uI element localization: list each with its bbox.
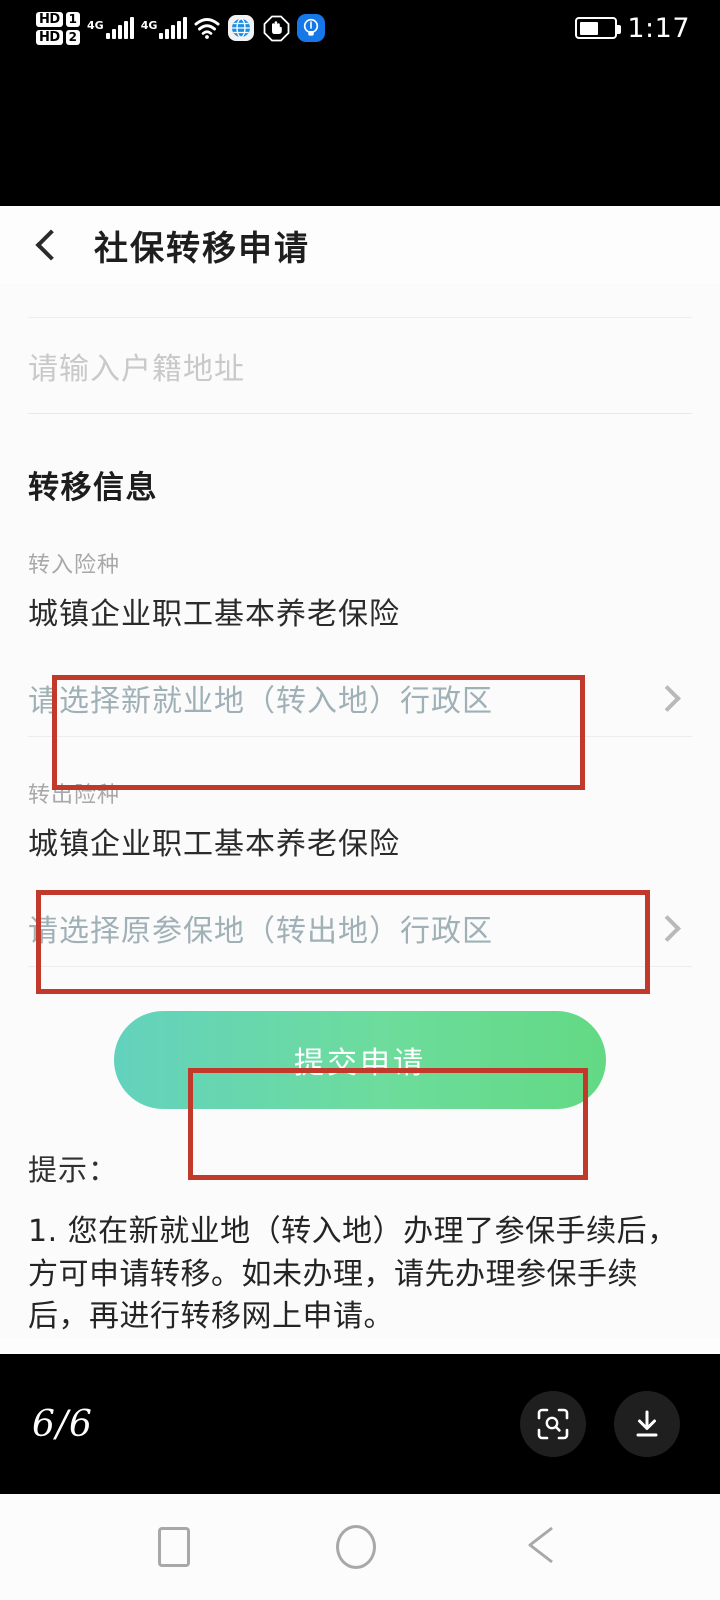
screenshot-image[interactable]: 社保转移申请 请输入户籍地址 转移信息 转入险种 城镇企业职工基本养老保险 请选… xyxy=(0,206,720,1354)
chevron-right-icon[interactable] xyxy=(656,918,676,938)
gallery-bottom-bar: 6/6 xyxy=(0,1354,720,1494)
household-address-row[interactable]: 请输入户籍地址 xyxy=(28,318,692,414)
hd-label-sim2: HD xyxy=(36,29,63,45)
wifi-icon xyxy=(194,17,220,39)
submit-application-button[interactable]: 提交申请 xyxy=(114,1011,606,1109)
transfer-out-region-row[interactable]: 请选择原参保地（转出地）行政区 xyxy=(28,889,692,967)
household-address-input[interactable]: 请输入户籍地址 xyxy=(28,344,245,388)
chevron-right-icon[interactable] xyxy=(656,688,676,708)
transfer-out-label: 转出险种 xyxy=(28,783,121,808)
page-title: 社保转移申请 xyxy=(94,228,310,269)
download-icon[interactable] xyxy=(614,1391,680,1457)
network-type-sim2: 4G xyxy=(140,19,158,32)
volte-hd-indicators: HD 1 HD 2 xyxy=(36,11,81,45)
browser-globe-icon xyxy=(227,14,255,42)
transfer-section-title: 转移信息 xyxy=(28,470,158,506)
flashlight-icon xyxy=(297,14,326,42)
recents-square-icon[interactable] xyxy=(158,1527,190,1567)
form-content: 请输入户籍地址 转移信息 转入险种 城镇企业职工基本养老保险 请选择新就业地（转… xyxy=(0,284,720,1339)
page-indicator: 6/6 xyxy=(32,1403,93,1445)
status-bar: HD 1 HD 2 4G 4G 1:17 xyxy=(0,0,720,56)
tips-item-1: 1. 您在新就业地（转入地）办理了参保手续后，方可申请转移。如未办理，请先办理参… xyxy=(28,1214,678,1335)
battery-icon xyxy=(575,17,622,39)
back-chevron-icon[interactable] xyxy=(30,228,64,262)
signal-sim2: 4G xyxy=(141,17,188,39)
hd-label-sim1: HD xyxy=(36,11,63,27)
hand-do-not-disturb-icon xyxy=(262,14,290,42)
transfer-in-value: 城镇企业职工基本养老保险 xyxy=(28,597,400,632)
sim2-number: 2 xyxy=(65,29,81,45)
status-bar-right: 1:17 xyxy=(575,13,690,44)
volte-hd-sim2: HD 2 xyxy=(36,29,81,45)
status-bar-clock: 1:17 xyxy=(627,12,690,44)
phone-screenshot: HD 1 HD 2 4G 4G 1:17 社保转移申请 请输入户籍地址 转移信息… xyxy=(0,0,720,1600)
transfer-out-value: 城镇企业职工基本养老保险 xyxy=(28,827,400,862)
transfer-in-region-row[interactable]: 请选择新就业地（转入地）行政区 xyxy=(28,659,692,737)
signal-bars-sim2-icon xyxy=(159,17,188,39)
network-type-sim1: 4G xyxy=(87,19,104,32)
gallery-actions xyxy=(520,1391,680,1457)
lens-scan-icon[interactable] xyxy=(520,1391,586,1457)
sim1-number: 1 xyxy=(65,11,81,27)
back-triangle-icon[interactable] xyxy=(522,1523,562,1571)
transfer-out-region-placeholder[interactable]: 请选择原参保地（转出地）行政区 xyxy=(28,906,493,950)
volte-hd-sim1: HD 1 xyxy=(36,11,81,27)
status-bar-left-icons: HD 1 HD 2 4G 4G xyxy=(36,11,326,45)
home-circle-icon[interactable] xyxy=(336,1525,376,1569)
signal-sim1: 4G xyxy=(87,17,134,39)
tips-heading: 提示： xyxy=(28,1153,119,1187)
clipped-top-row xyxy=(28,284,692,318)
signal-bars-sim1-icon xyxy=(105,17,134,39)
app-navigation-bar: 社保转移申请 xyxy=(0,206,720,284)
android-navigation-bar xyxy=(0,1494,720,1600)
transfer-in-label: 转入险种 xyxy=(28,553,121,578)
submit-button-container: 提交申请 xyxy=(0,1011,720,1109)
transfer-in-region-placeholder[interactable]: 请选择新就业地（转入地）行政区 xyxy=(28,676,493,720)
